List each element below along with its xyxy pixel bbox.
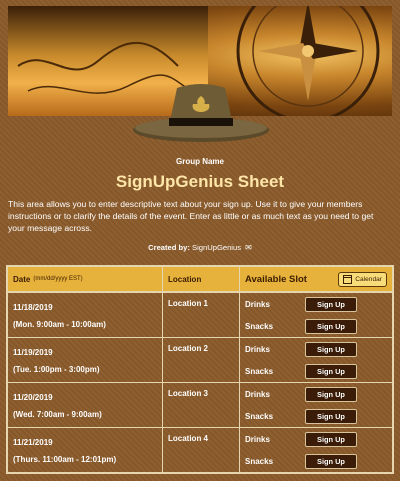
slot-cell: Drinks Sign Up Snacks Sign Up bbox=[240, 383, 392, 427]
slot-item: Drinks Sign Up bbox=[240, 428, 392, 450]
calendar-button[interactable]: Calendar bbox=[338, 271, 387, 287]
sign-up-button[interactable]: Sign Up bbox=[305, 408, 357, 424]
slot-cell: Drinks Sign Up Snacks Sign Up bbox=[240, 428, 392, 472]
email-icon[interactable]: ✉ bbox=[245, 243, 252, 252]
sign-up-button[interactable]: Sign Up bbox=[305, 431, 357, 447]
table-row: 11/18/2019 (Mon. 9:00am - 10:00am) Locat… bbox=[8, 292, 392, 337]
group-name: Group Name bbox=[175, 157, 224, 166]
sign-up-button[interactable]: Sign Up bbox=[305, 296, 357, 312]
date-format-note: (mm/dd/yyyy EST) bbox=[33, 276, 83, 282]
location-cell: Location 2 bbox=[163, 338, 240, 382]
date-cell: 11/19/2019 (Tue. 1:00pm - 3:00pm) bbox=[8, 338, 163, 382]
date-column-header: Date (mm/dd/yyyy EST) bbox=[8, 267, 163, 291]
signup-table: Date (mm/dd/yyyy EST) Location Available… bbox=[6, 265, 394, 474]
description-text: This area allows you to enter descriptiv… bbox=[8, 199, 374, 233]
creator-name[interactable]: SignUpGenius bbox=[192, 243, 241, 252]
date-cell: 11/20/2019 (Wed. 7:00am - 9:00am) bbox=[8, 383, 163, 427]
location-cell: Location 4 bbox=[163, 428, 240, 472]
table-header: Date (mm/dd/yyyy EST) Location Available… bbox=[8, 267, 392, 292]
created-by: Created by: SignUpGenius ✉ bbox=[0, 243, 400, 252]
slot-item: Snacks Sign Up bbox=[240, 315, 392, 337]
slot-cell: Drinks Sign Up Snacks Sign Up bbox=[240, 338, 392, 382]
location-cell: Location 1 bbox=[163, 293, 240, 337]
slot-cell: Drinks Sign Up Snacks Sign Up bbox=[240, 293, 392, 337]
sign-up-button[interactable]: Sign Up bbox=[305, 453, 357, 469]
table-row: 11/19/2019 (Tue. 1:00pm - 3:00pm) Locati… bbox=[8, 337, 392, 382]
slot-item: Snacks Sign Up bbox=[240, 450, 392, 472]
calendar-icon bbox=[343, 274, 353, 284]
sign-up-button[interactable]: Sign Up bbox=[305, 363, 357, 379]
ranger-hat-image bbox=[133, 84, 269, 142]
slot-item: Drinks Sign Up bbox=[240, 338, 392, 360]
created-by-label: Created by: bbox=[148, 243, 190, 252]
sign-up-button[interactable]: Sign Up bbox=[305, 318, 357, 334]
table-row: 11/21/2019 (Thurs. 11:00am - 12:01pm) Lo… bbox=[8, 427, 392, 472]
table-row: 11/20/2019 (Wed. 7:00am - 9:00am) Locati… bbox=[8, 382, 392, 427]
slot-item: Drinks Sign Up bbox=[240, 293, 392, 315]
sign-up-button[interactable]: Sign Up bbox=[305, 341, 357, 357]
slot-item: Snacks Sign Up bbox=[240, 405, 392, 427]
date-cell: 11/21/2019 (Thurs. 11:00am - 12:01pm) bbox=[8, 428, 163, 472]
slot-item: Snacks Sign Up bbox=[240, 360, 392, 382]
sign-up-button[interactable]: Sign Up bbox=[305, 386, 357, 402]
location-column-header: Location bbox=[163, 267, 240, 291]
date-cell: 11/18/2019 (Mon. 9:00am - 10:00am) bbox=[8, 293, 163, 337]
location-cell: Location 3 bbox=[163, 383, 240, 427]
slot-column-header: Available Slot Calendar bbox=[240, 267, 392, 291]
page-title: SignUpGenius Sheet bbox=[115, 172, 285, 191]
slot-item: Drinks Sign Up bbox=[240, 383, 392, 405]
